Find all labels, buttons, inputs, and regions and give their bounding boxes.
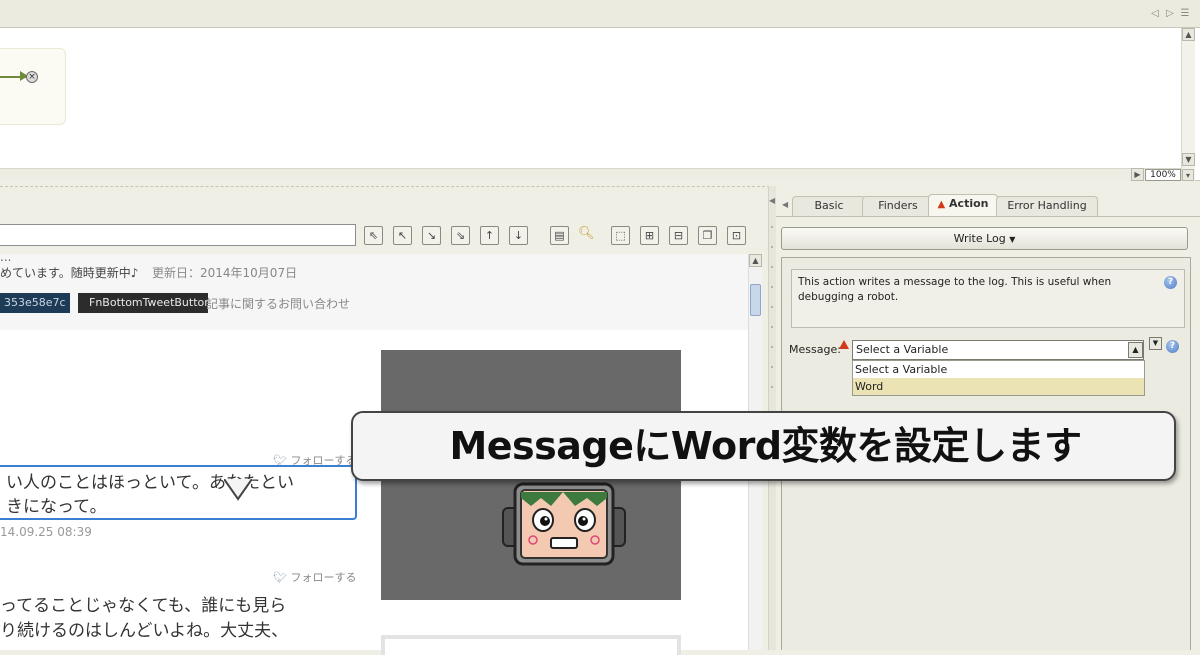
header-cut-text: ... — [0, 250, 12, 264]
nav-down-icon[interactable]: ↓ — [509, 226, 528, 245]
variable-options-list[interactable]: Select a Variable Word — [852, 360, 1145, 396]
caption-text: MessageにWord変数を設定します — [449, 424, 1082, 468]
header-text: めています。随時更新中♪ — [0, 266, 139, 280]
zoom-dropdown-icon[interactable]: ▾ — [1182, 169, 1194, 181]
zoom-level[interactable]: 100% — [1145, 169, 1181, 181]
article-header: ... めています。随時更新中♪ 更新日：2014年10月07日 353e58e… — [0, 250, 748, 330]
tweet-text-2: ってることじゃなくても、誰にも見ら り続けるのはしんどいよね。大丈夫、 — [0, 596, 289, 641]
action-type-label: Write Log — [953, 232, 1006, 245]
search-icon[interactable]: 🔍︎ — [578, 226, 595, 241]
description-text: This action writes a message to the log.… — [798, 276, 1112, 303]
message-label: Message: — [789, 343, 841, 356]
tweet-text-selected[interactable]: い人のことはほっといて。あなたとい きになって。 — [0, 465, 357, 520]
scroll-down-icon[interactable]: ▼ — [1182, 153, 1195, 166]
caption-pointer — [224, 479, 252, 501]
action-description: This action writes a message to the log.… — [791, 269, 1185, 328]
flow-end-icon[interactable]: × — [26, 71, 38, 83]
message-variable-select[interactable]: Select a Variable ▲ — [852, 340, 1144, 360]
robot-face-icon — [502, 482, 626, 566]
option-word[interactable]: Word — [853, 378, 1144, 395]
select-collapse-icon[interactable]: ▲ — [1128, 342, 1143, 358]
option-select-variable[interactable]: Select a Variable — [853, 361, 1144, 378]
url-input[interactable] — [0, 224, 356, 246]
tab-error-handling[interactable]: Error Handling — [996, 196, 1098, 216]
tab-basic[interactable]: Basic — [792, 196, 866, 216]
workflow-canvas[interactable]: × ▲ ▼ — [0, 28, 1200, 181]
zoom-element-icon[interactable]: ⊡ — [727, 226, 746, 245]
tab-underline — [776, 216, 1200, 217]
nav-up-icon[interactable]: ↑ — [480, 226, 499, 245]
inquiry-link[interactable]: 記事に関するお問い合わせ — [206, 295, 350, 312]
tweet-timestamp: 14.09.25 08:39 — [0, 525, 92, 539]
chevron-down-icon: ▼ — [1009, 235, 1016, 244]
add-element-icon[interactable]: ⊞ — [640, 226, 659, 245]
warning-icon — [839, 340, 849, 349]
flow-step-node[interactable] — [0, 48, 66, 125]
help-icon[interactable]: ? — [1166, 340, 1179, 353]
scroll-up-icon[interactable]: ▲ — [749, 254, 762, 267]
scroll-up-icon[interactable]: ▲ — [1182, 28, 1195, 41]
nav-down-right-end-icon[interactable]: ⇘ — [451, 226, 470, 245]
nav-up-left-icon[interactable]: ↖ — [393, 226, 412, 245]
zoom-arrow-icon[interactable]: ▶ — [1131, 168, 1144, 181]
pane-divider — [0, 186, 770, 187]
menu-icon[interactable]: ☰ — [1178, 7, 1192, 21]
collapse-arrow-icon[interactable]: ◀ — [769, 196, 775, 205]
tab-action[interactable]: ▲ Action — [928, 194, 998, 217]
image-frame — [381, 635, 681, 655]
select-expand-icon[interactable]: ▼ — [1149, 337, 1162, 350]
tab-finders[interactable]: Finders — [862, 196, 934, 216]
canvas-horizontal-scrollbar[interactable] — [0, 168, 1181, 181]
element-id-badge[interactable]: 353e58e7c — [0, 293, 70, 313]
updated-date: 更新日：2014年10月07日 — [152, 266, 298, 280]
warning-icon: ▲ — [937, 199, 946, 210]
back-icon[interactable]: ⇖ — [364, 226, 383, 245]
action-type-dropdown[interactable]: Write Log ▼ — [781, 227, 1188, 250]
twitter-bird-icon: 🐦︎ — [273, 571, 291, 584]
nav-down-right-icon[interactable]: ↘ — [422, 226, 441, 245]
top-toolbar: ◁ ▷ ☰ — [0, 0, 1200, 28]
copy-element-icon[interactable]: ❐ — [698, 226, 717, 245]
panel-collapse-icon[interactable]: ◀ — [782, 200, 788, 209]
select-value: Select a Variable — [856, 343, 949, 356]
follow-button-2[interactable]: 🐦︎ フォローする — [273, 569, 356, 585]
follow-label: フォローする — [290, 571, 357, 584]
tab-action-label: Action — [949, 197, 989, 210]
tutorial-caption: MessageにWord変数を設定します — [351, 411, 1176, 481]
scroll-thumb[interactable] — [750, 284, 761, 316]
chevron-left-icon[interactable]: ◁ — [1148, 7, 1162, 21]
page-view-icon[interactable]: ▤ — [550, 226, 569, 245]
tweet-line-2: きになって。 — [6, 497, 107, 517]
help-icon[interactable]: ? — [1164, 276, 1177, 289]
tweet-button-badge[interactable]: FnBottomTweetButton — [78, 293, 211, 313]
canvas-vertical-scrollbar[interactable]: ▲ ▼ — [1181, 28, 1195, 181]
chevron-right-icon[interactable]: ▷ — [1163, 7, 1177, 21]
select-icon[interactable]: ⬚ — [611, 226, 630, 245]
remove-element-icon[interactable]: ⊟ — [669, 226, 688, 245]
tweet-line-1: い人のことはほっといて。あなたとい — [6, 473, 294, 493]
